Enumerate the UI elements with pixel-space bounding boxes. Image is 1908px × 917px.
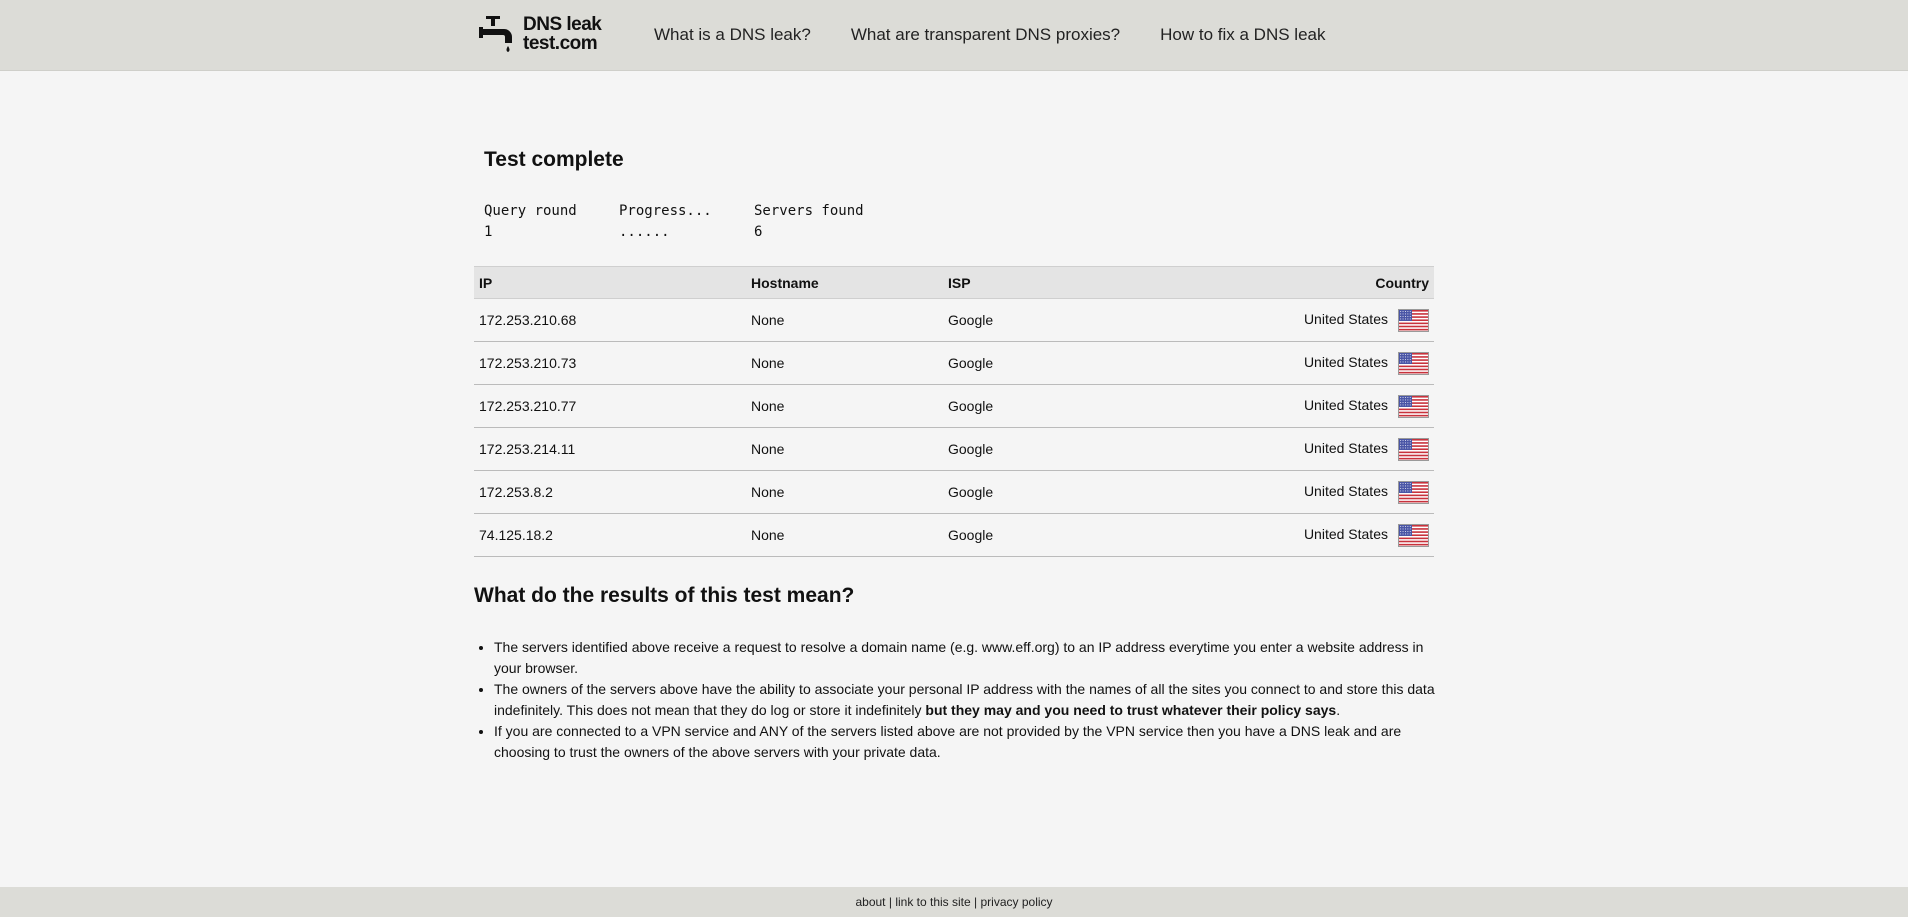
top-header: DNS leak test.com What is a DNS leak? Wh…: [0, 0, 1908, 71]
us-flag-icon: [1398, 437, 1429, 461]
results-meaning-title: What do the results of this test mean?: [474, 584, 855, 607]
progress-label: Progress...: [619, 203, 712, 219]
column-header-ip: IP: [474, 266, 746, 299]
ip-cell: 172.253.210.77: [474, 384, 746, 428]
ip-cell: 172.253.210.68: [474, 298, 746, 342]
country-name: United States: [1303, 353, 1388, 370]
explanation-text: The servers identified above receive a r…: [494, 639, 1424, 676]
table-row: 172.253.210.73 None Google United States: [474, 341, 1434, 385]
explanation-text: If you are connected to a VPN service an…: [494, 723, 1402, 760]
isp-cell: Google: [943, 384, 1170, 428]
isp-cell: Google: [943, 427, 1170, 471]
hostname-cell: None: [746, 341, 943, 385]
us-flag-icon: [1398, 351, 1429, 375]
results-table: IP Hostname ISP Country 172.253.210.68 N…: [474, 266, 1434, 557]
country-name: United States: [1303, 482, 1388, 499]
table-row: 172.253.8.2 None Google United States: [474, 470, 1434, 514]
footer-separator: |: [888, 895, 892, 909]
country-cell: United States: [1170, 341, 1434, 385]
country-name: United States: [1303, 396, 1388, 413]
country-cell: United States: [1170, 427, 1434, 471]
table-row: 172.253.214.11 None Google United States: [474, 427, 1434, 471]
footer-privacy-link[interactable]: privacy policy: [981, 895, 1053, 909]
table-row: 74.125.18.2 None Google United States: [474, 513, 1434, 557]
main-nav: What is a DNS leak? What are transparent…: [654, 0, 1365, 70]
us-flag-icon: [1398, 480, 1429, 504]
progress-panel: Query round Progress... Servers found 1...…: [484, 201, 889, 243]
isp-cell: Google: [943, 470, 1170, 514]
footer-link-to-site[interactable]: link to this site: [895, 895, 970, 909]
nav-transparent-dns-proxies[interactable]: What are transparent DNS proxies?: [851, 25, 1120, 45]
hostname-cell: None: [746, 470, 943, 514]
footer-separator: |: [974, 895, 978, 909]
list-item: The servers identified above receive a r…: [494, 637, 1454, 679]
progress-value: ......: [619, 224, 670, 240]
isp-cell: Google: [943, 341, 1170, 385]
site-logo[interactable]: DNS leak test.com: [478, 13, 613, 55]
explanation-period: .: [1336, 702, 1341, 718]
table-row: 172.253.210.77 None Google United States: [474, 384, 1434, 428]
country-cell: United States: [1170, 298, 1434, 342]
footer: about | link to this site | privacy poli…: [0, 887, 1908, 917]
us-flag-icon: [1398, 523, 1429, 547]
list-item: The owners of the servers above have the…: [494, 679, 1454, 721]
nav-what-is-dns-leak[interactable]: What is a DNS leak?: [654, 25, 811, 45]
country-name: United States: [1303, 310, 1388, 327]
column-header-country: Country: [1170, 266, 1434, 299]
ip-cell: 172.253.214.11: [474, 427, 746, 471]
faucet-icon: [479, 16, 512, 52]
ip-cell: 172.253.8.2: [474, 470, 746, 514]
column-header-isp: ISP: [943, 266, 1170, 299]
servers-found-value: 6: [754, 224, 763, 240]
results-explanation-list: The servers identified above receive a r…: [474, 637, 1454, 763]
us-flag-icon: [1398, 308, 1429, 332]
isp-cell: Google: [943, 513, 1170, 557]
logo-text: DNS leak test.com: [523, 14, 602, 54]
list-item: If you are connected to a VPN service an…: [494, 721, 1454, 763]
country-cell: United States: [1170, 470, 1434, 514]
nav-how-to-fix[interactable]: How to fix a DNS leak: [1160, 25, 1325, 45]
ip-cell: 74.125.18.2: [474, 513, 746, 557]
ip-cell: 172.253.210.73: [474, 341, 746, 385]
query-round-value: 1: [484, 224, 493, 240]
logo-line-2: test.com: [523, 33, 598, 54]
explanation-emphasis: but they may and you need to trust whate…: [925, 702, 1337, 718]
table-header-row: IP Hostname ISP Country: [474, 266, 1434, 299]
country-cell: United States: [1170, 384, 1434, 428]
footer-about-link[interactable]: about: [855, 895, 885, 909]
country-name: United States: [1303, 525, 1388, 542]
hostname-cell: None: [746, 513, 943, 557]
country-name: United States: [1303, 439, 1388, 456]
us-flag-icon: [1398, 394, 1429, 418]
country-cell: United States: [1170, 513, 1434, 557]
table-row: 172.253.210.68 None Google United States: [474, 298, 1434, 342]
servers-found-label: Servers found: [754, 203, 864, 219]
query-round-label: Query round: [484, 203, 577, 219]
logo-line-1: DNS leak: [523, 14, 602, 35]
hostname-cell: None: [746, 384, 943, 428]
hostname-cell: None: [746, 427, 943, 471]
test-status-title: Test complete: [484, 148, 624, 171]
hostname-cell: None: [746, 298, 943, 342]
column-header-hostname: Hostname: [746, 266, 943, 299]
isp-cell: Google: [943, 298, 1170, 342]
